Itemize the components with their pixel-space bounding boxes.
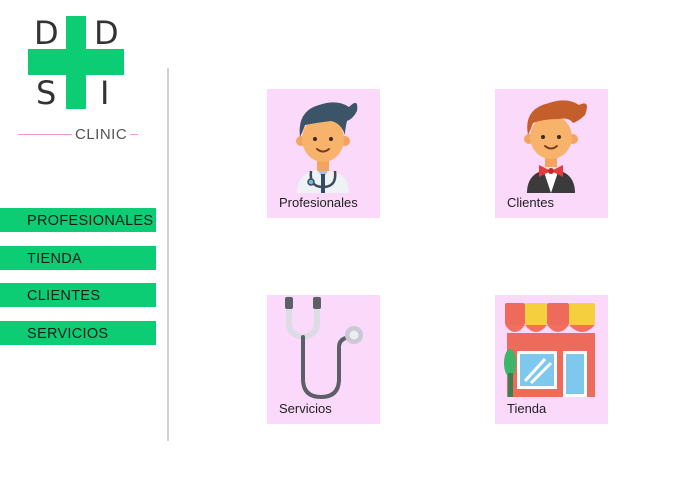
card-profesionales[interactable]: Profesionales: [267, 89, 380, 218]
card-clientes[interactable]: Clientes: [495, 89, 608, 218]
card-label: Profesionales: [279, 195, 358, 210]
card-servicios[interactable]: Servicios: [267, 295, 380, 424]
nav-item-servicios[interactable]: SERVICIOS: [0, 320, 156, 345]
card-label: Clientes: [507, 195, 554, 210]
nav-item-clientes[interactable]: CLIENTES: [0, 283, 156, 307]
logo-word: CLINIC: [75, 126, 128, 143]
logo-line-left: [18, 134, 72, 135]
logo-letter: S: [36, 74, 57, 112]
card-label: Tienda: [507, 401, 547, 416]
nav-item-tienda[interactable]: TIENDA: [0, 245, 156, 270]
logo: D D S I CLINIC: [18, 14, 140, 144]
sidebar-nav: PROFESIONALES TIENDA CLIENTES SERVICIOS: [0, 208, 156, 358]
logo-cross-horizontal: [28, 49, 124, 75]
card-tienda[interactable]: Tienda: [495, 295, 608, 424]
logo-letter: D: [34, 14, 59, 52]
logo-line-right: [130, 134, 138, 135]
card-label: Servicios: [279, 401, 332, 416]
logo-letter: I: [100, 74, 110, 112]
logo-letter: D: [94, 14, 119, 52]
nav-item-profesionales[interactable]: PROFESIONALES: [0, 208, 156, 232]
vertical-divider: [167, 68, 169, 441]
